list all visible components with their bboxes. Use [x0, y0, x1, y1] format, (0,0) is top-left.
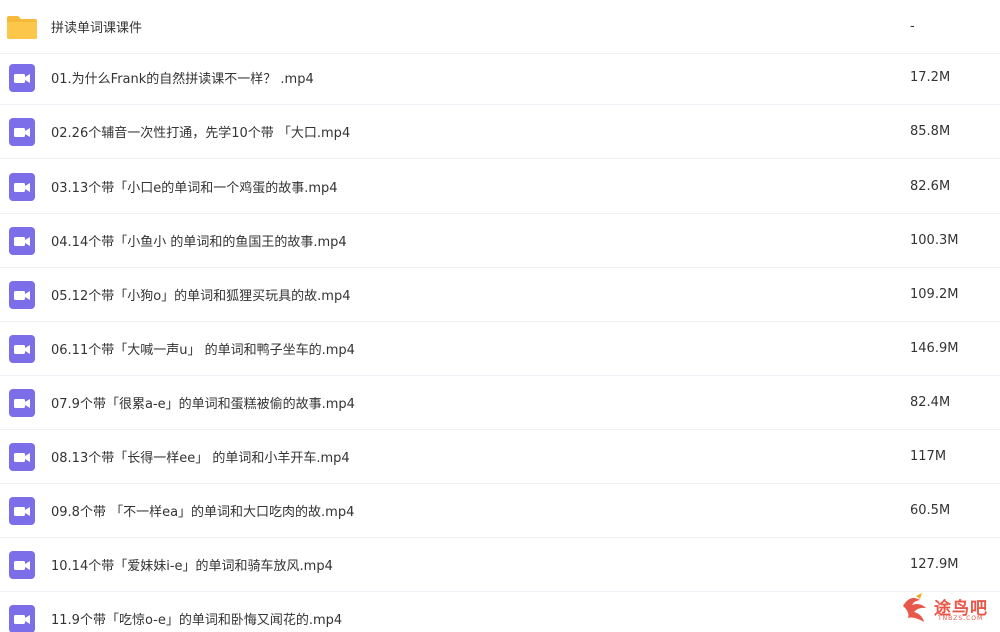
file-row[interactable]: 09.8个带 「不一样ea」的单词和大口吃肉的故.mp4 60.5M [0, 484, 1000, 538]
folder-row[interactable]: 拼读单词课课件 - [0, 0, 1000, 54]
file-row[interactable]: 05.12个带「小狗o」的单词和狐狸买玩具的故.mp4 109.2M [0, 268, 1000, 322]
file-size: 109.2M [910, 287, 959, 302]
file-row[interactable]: 06.11个带「大喊一声u」 的单词和鸭子坐车的.mp4 146.9M [0, 322, 1000, 376]
file-name: 02.26个辅音一次性打通，先学10个带 「大口.mp4 [51, 126, 351, 141]
file-name: 08.13个带「长得一样ee」 的单词和小羊开车.mp4 [51, 451, 350, 466]
file-size: 117M [910, 449, 947, 464]
video-file-icon [0, 538, 44, 592]
watermark-bird-icon [903, 593, 926, 622]
file-row[interactable]: 01.为什么Frank的自然拼读课不一样？ .mp4 17.2M [0, 51, 1000, 105]
file-row[interactable]: 11.9个带「吃惊o-e」的单词和卧悔又闻花的.mp4 [0, 592, 1000, 632]
watermark-logo: 途鸟吧 TNBZS.COM [900, 592, 996, 628]
video-file-icon [0, 592, 44, 632]
file-size: 127.9M [910, 557, 959, 572]
file-name: 05.12个带「小狗o」的单词和狐狸买玩具的故.mp4 [51, 289, 351, 304]
folder-icon [0, 0, 44, 54]
video-file-icon [0, 105, 44, 159]
watermark-subtext: TNBZS.COM [938, 615, 984, 622]
video-file-icon [0, 430, 44, 484]
file-size: 100.3M [910, 233, 959, 248]
file-name: 10.14个带「爱妹妹i-e」的单词和骑车放风.mp4 [51, 559, 333, 574]
file-row[interactable]: 03.13个带「小口e的单词和一个鸡蛋的故事.mp4 82.6M [0, 160, 1000, 214]
video-file-icon [0, 51, 44, 105]
file-name: 04.14个带「小鱼小 的单词和的鱼国王的故事.mp4 [51, 235, 347, 250]
file-row[interactable]: 10.14个带「爱妹妹i-e」的单词和骑车放风.mp4 127.9M [0, 538, 1000, 592]
video-file-icon [0, 268, 44, 322]
file-name: 07.9个带「很累a-e」的单词和蛋糕被偷的故事.mp4 [51, 397, 355, 412]
file-size: 85.8M [910, 124, 951, 139]
file-name: 11.9个带「吃惊o-e」的单词和卧悔又闻花的.mp4 [51, 613, 343, 628]
file-row[interactable]: 07.9个带「很累a-e」的单词和蛋糕被偷的故事.mp4 82.4M [0, 376, 1000, 430]
file-name: 09.8个带 「不一样ea」的单词和大口吃肉的故.mp4 [51, 505, 355, 520]
file-row[interactable]: 04.14个带「小鱼小 的单词和的鱼国王的故事.mp4 100.3M [0, 214, 1000, 268]
file-list: 拼读单词课课件 - 01.为什么Frank的自然拼读课不一样？ .mp4 17.2… [0, 0, 1000, 632]
file-row[interactable]: 08.13个带「长得一样ee」 的单词和小羊开车.mp4 117M [0, 430, 1000, 484]
folder-name: 拼读单词课课件 [51, 21, 143, 36]
video-file-icon [0, 484, 44, 538]
file-size: 60.5M [910, 503, 951, 518]
file-row[interactable]: 02.26个辅音一次性打通，先学10个带 「大口.mp4 85.8M [0, 105, 1000, 159]
file-size: 82.4M [910, 395, 951, 410]
file-name: 03.13个带「小口e的单词和一个鸡蛋的故事.mp4 [51, 181, 338, 196]
file-size: 17.2M [910, 70, 951, 85]
video-file-icon [0, 322, 44, 376]
video-file-icon [0, 214, 44, 268]
file-size: 146.9M [910, 341, 959, 356]
video-file-icon [0, 160, 44, 214]
file-name: 06.11个带「大喊一声u」 的单词和鸭子坐车的.mp4 [51, 343, 355, 358]
video-file-icon [0, 376, 44, 430]
folder-size: - [910, 19, 915, 34]
file-name: 01.为什么Frank的自然拼读课不一样？ .mp4 [51, 72, 314, 87]
file-size: 82.6M [910, 179, 951, 194]
